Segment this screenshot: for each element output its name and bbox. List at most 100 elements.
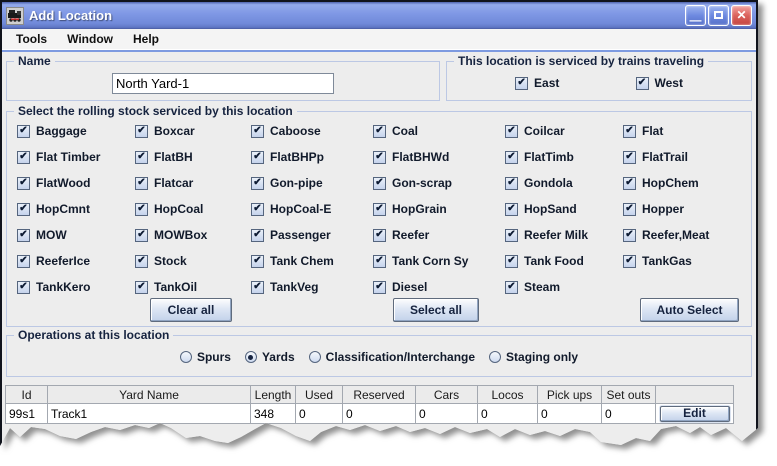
operations-radio-staging-only[interactable]: Staging only — [489, 350, 578, 364]
operations-group: Operations at this location SpursYardsCl… — [6, 335, 752, 377]
yard-column-header: Length — [251, 386, 296, 404]
rolling-stock-checkbox-label: Tank Chem — [270, 254, 334, 268]
rolling-stock-checkbox-label: TankKero — [36, 280, 90, 294]
rolling-stock-checkbox[interactable]: ✔FlatBH — [135, 150, 251, 164]
checkbox-checked-icon: ✔ — [623, 151, 636, 164]
menu-item-window[interactable]: Window — [57, 32, 123, 46]
checkbox-checked-icon: ✔ — [505, 177, 518, 190]
checkbox-checked-icon: ✔ — [373, 255, 386, 268]
rolling-stock-checkbox[interactable]: ✔HopChem — [623, 176, 751, 190]
rolling-stock-checkbox-label: Flatcar — [154, 176, 193, 190]
rolling-stock-checkbox[interactable]: ✔Tank Chem — [251, 254, 373, 268]
rolling-stock-checkbox-label: HopCoal-E — [270, 202, 331, 216]
menu-bar: ToolsWindowHelp — [2, 29, 756, 50]
checkbox-checked-icon: ✔ — [135, 255, 148, 268]
menu-item-tools[interactable]: Tools — [6, 32, 57, 46]
window-title: Add Location — [29, 8, 112, 23]
rolling-stock-checkbox[interactable]: ✔Steam — [505, 280, 623, 294]
rolling-stock-checkbox[interactable]: ✔Flatcar — [135, 176, 251, 190]
yard-cell: 99s1 — [6, 404, 48, 424]
yard-cell: 0 — [296, 404, 343, 424]
rolling-stock-checkbox-label: Reefer,Meat — [642, 228, 709, 242]
clear-all-button[interactable]: Clear all — [150, 298, 232, 322]
rolling-stock-checkbox[interactable]: ✔Boxcar — [135, 124, 251, 138]
menu-item-help[interactable]: Help — [123, 32, 169, 46]
rolling-stock-checkbox-label: Coal — [392, 124, 418, 138]
select-all-button[interactable]: Select all — [393, 298, 479, 322]
radio-icon — [180, 351, 192, 363]
radio-selected-icon — [245, 351, 257, 363]
operations-radio-classification-interchange[interactable]: Classification/Interchange — [309, 350, 475, 364]
rolling-stock-checkbox[interactable]: ✔Hopper — [623, 202, 751, 216]
rolling-stock-group-title: Select the rolling stock serviced by thi… — [14, 104, 297, 118]
operations-radio-spurs[interactable]: Spurs — [180, 350, 231, 364]
rolling-stock-checkbox[interactable]: ✔MOWBox — [135, 228, 251, 242]
rolling-stock-checkbox[interactable]: ✔FlatBHWd — [373, 150, 505, 164]
rolling-stock-checkbox-label: Boxcar — [154, 124, 195, 138]
rolling-stock-checkbox[interactable]: ✔Passenger — [251, 228, 373, 242]
radio-label: Yards — [262, 350, 295, 364]
rolling-stock-checkbox[interactable]: ✔FlatWood — [17, 176, 135, 190]
checkbox-checked-icon: ✔ — [505, 281, 518, 294]
rolling-stock-checkbox-label: HopChem — [642, 176, 699, 190]
auto-select-button[interactable]: Auto Select — [640, 298, 739, 322]
checkbox-checked-icon: ✔ — [135, 281, 148, 294]
rolling-stock-checkbox[interactable]: ✔HopCoal — [135, 202, 251, 216]
rolling-stock-checkbox[interactable]: ✔Reefer,Meat — [623, 228, 751, 242]
rolling-stock-checkbox-label: FlatBHPp — [270, 150, 324, 164]
rolling-stock-checkbox[interactable]: ✔FlatTimb — [505, 150, 623, 164]
rolling-stock-checkbox[interactable]: ✔Diesel — [373, 280, 505, 294]
edit-button[interactable]: Edit — [660, 406, 730, 422]
rolling-stock-checkbox[interactable]: ✔TankGas — [623, 254, 751, 268]
rolling-stock-checkbox[interactable]: ✔ Reefer — [373, 228, 505, 242]
rolling-stock-checkbox[interactable]: ✔Baggage — [17, 124, 135, 138]
close-icon[interactable]: ✕ — [731, 5, 752, 26]
rolling-stock-checkbox[interactable]: ✔Caboose — [251, 124, 373, 138]
rolling-stock-checkbox-label: Hopper — [642, 202, 684, 216]
rolling-stock-checkbox[interactable]: ✔Coal — [373, 124, 505, 138]
rolling-stock-checkbox-label: FlatBHWd — [392, 150, 449, 164]
checkbox-checked-icon: ✔ — [373, 229, 386, 242]
rolling-stock-checkbox[interactable]: ✔TankVeg — [251, 280, 373, 294]
minimize-icon[interactable]: — — [685, 5, 706, 26]
operations-radio-yards[interactable]: Yards — [245, 350, 295, 364]
rolling-stock-checkbox-label: Passenger — [270, 228, 331, 242]
checkbox-checked-icon: ✔ — [135, 203, 148, 216]
maximize-icon[interactable] — [708, 5, 729, 26]
location-name-input[interactable] — [112, 73, 334, 94]
yard-column-header: Used — [296, 386, 343, 404]
radio-icon — [489, 351, 501, 363]
rolling-stock-checkbox-label: FlatTimb — [524, 150, 574, 164]
rolling-stock-checkbox[interactable]: ✔ReeferIce — [17, 254, 135, 268]
rolling-stock-checkbox-label: Reefer — [392, 228, 429, 242]
rolling-stock-checkbox[interactable]: ✔TankOil — [135, 280, 251, 294]
rolling-stock-checkbox[interactable]: ✔HopGrain — [373, 202, 505, 216]
rolling-stock-checkbox[interactable]: ✔Flat — [623, 124, 751, 138]
rolling-stock-checkbox[interactable]: ✔MOW — [17, 228, 135, 242]
direction-checkbox-west[interactable]: ✔West — [636, 76, 683, 90]
rolling-stock-checkbox[interactable]: ✔Gon-pipe — [251, 176, 373, 190]
titlebar[interactable]: Add Location — ✕ — [2, 2, 756, 29]
rolling-stock-checkbox[interactable]: ✔FlatBHPp — [251, 150, 373, 164]
rolling-stock-checkbox[interactable]: ✔Flat Timber — [17, 150, 135, 164]
radio-label: Classification/Interchange — [326, 350, 475, 364]
checkbox-checked-icon: ✔ — [135, 229, 148, 242]
rolling-stock-checkbox[interactable]: ✔Tank Food — [505, 254, 623, 268]
rolling-stock-checkbox[interactable]: ✔Stock — [135, 254, 251, 268]
rolling-stock-checkbox[interactable]: ✔FlatTrail — [623, 150, 751, 164]
rolling-stock-checkbox[interactable]: ✔HopCoal-E — [251, 202, 373, 216]
rolling-stock-checkbox[interactable]: ✔HopSand — [505, 202, 623, 216]
yard-cell: 0 — [602, 404, 656, 424]
window-shadow: Add Location — ✕ ToolsWindowHelp Name Th… — [0, 0, 777, 452]
rolling-stock-checkbox[interactable]: ✔Reefer Milk — [505, 228, 623, 242]
rolling-stock-checkbox[interactable]: ✔Gon-scrap — [373, 176, 505, 190]
rolling-stock-checkbox[interactable]: ✔Coilcar — [505, 124, 623, 138]
rolling-stock-checkbox[interactable]: ✔TankKero — [17, 280, 135, 294]
rolling-stock-checkbox[interactable]: ✔HopCmnt — [17, 202, 135, 216]
checkbox-checked-icon: ✔ — [17, 255, 30, 268]
direction-group: This location is serviced by trains trav… — [446, 61, 752, 101]
yard-column-header: Yard Name — [48, 386, 251, 404]
direction-checkbox-east[interactable]: ✔East — [515, 76, 559, 90]
rolling-stock-checkbox[interactable]: ✔Tank Corn Sy — [373, 254, 505, 268]
rolling-stock-checkbox[interactable]: ✔Gondola — [505, 176, 623, 190]
